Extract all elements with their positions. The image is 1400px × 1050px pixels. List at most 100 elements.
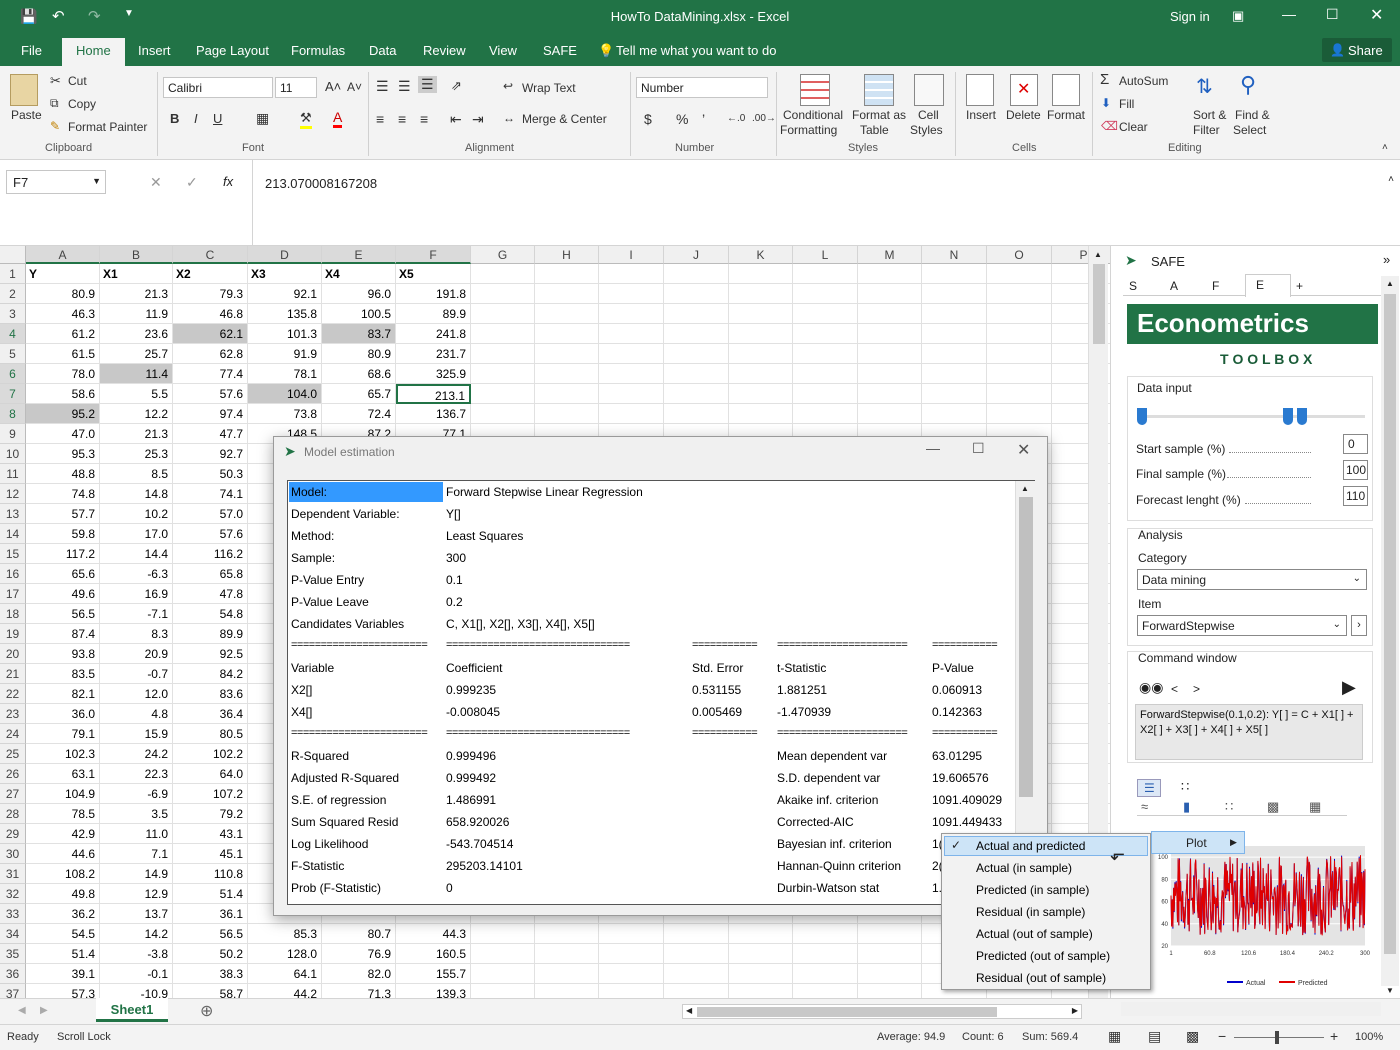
row-header[interactable]: 19 (0, 624, 26, 644)
cell[interactable]: 82.0 (322, 964, 396, 984)
cell[interactable]: 12.9 (100, 884, 173, 904)
zoom-out-icon[interactable]: − (1218, 1028, 1226, 1044)
cell[interactable] (664, 384, 729, 404)
row-header[interactable]: 7 (0, 384, 26, 404)
column-header[interactable]: K (729, 246, 793, 264)
cell[interactable]: 95.2 (26, 404, 100, 424)
start-sample-input[interactable]: 0 (1343, 434, 1368, 454)
cell[interactable] (664, 924, 729, 944)
cell[interactable] (793, 344, 858, 364)
row-header[interactable]: 17 (0, 584, 26, 604)
cell[interactable] (535, 304, 599, 324)
menu-item[interactable]: Actual (out of sample) (976, 927, 1093, 941)
column-header[interactable]: G (471, 246, 535, 264)
cell[interactable]: 116.2 (173, 544, 248, 564)
cell[interactable] (987, 304, 1052, 324)
cell[interactable]: 87.4 (26, 624, 100, 644)
decrease-decimal-icon[interactable]: .00→ (752, 113, 776, 124)
cell[interactable] (599, 324, 664, 344)
cell[interactable] (664, 344, 729, 364)
cell[interactable]: 16.9 (100, 584, 173, 604)
cell[interactable] (471, 264, 535, 284)
cell[interactable]: 47.8 (173, 584, 248, 604)
cell[interactable]: 62.8 (173, 344, 248, 364)
prev-command-icon[interactable]: < (1171, 682, 1178, 696)
cell[interactable]: 22.3 (100, 764, 173, 784)
row-header[interactable]: 27 (0, 784, 26, 804)
cell[interactable]: 92.5 (173, 644, 248, 664)
scroll-left-icon[interactable]: ◀ (686, 1006, 692, 1015)
row-header[interactable]: 23 (0, 704, 26, 724)
cell[interactable] (664, 404, 729, 424)
cell[interactable]: 79.3 (173, 284, 248, 304)
cell[interactable]: 108.2 (26, 864, 100, 884)
cell[interactable] (987, 404, 1052, 424)
cell[interactable] (471, 384, 535, 404)
row-header[interactable]: 37 (0, 984, 26, 998)
add-sheet-icon[interactable]: ⊕ (200, 1001, 213, 1021)
cell[interactable] (858, 404, 922, 424)
cell[interactable] (922, 304, 987, 324)
column-header[interactable]: M (858, 246, 922, 264)
fill-color-icon[interactable]: ⚒ (300, 110, 312, 129)
cell[interactable] (471, 964, 535, 984)
cell[interactable] (858, 944, 922, 964)
cell[interactable] (858, 964, 922, 984)
cell[interactable]: 110.8 (173, 864, 248, 884)
dialog-maximize-icon[interactable]: ☐ (972, 440, 985, 457)
cell[interactable] (729, 384, 793, 404)
cell[interactable] (922, 344, 987, 364)
insert-cells-button[interactable]: Insert (966, 108, 996, 122)
cell[interactable]: 57.0 (173, 504, 248, 524)
tab-data[interactable]: Data (369, 43, 396, 58)
wrap-text-button[interactable]: Wrap Text (522, 81, 576, 95)
cell[interactable] (987, 284, 1052, 304)
cell[interactable] (793, 264, 858, 284)
cell[interactable]: 85.3 (248, 924, 322, 944)
cell[interactable]: 95.3 (26, 444, 100, 464)
page-layout-view-icon[interactable]: ▤ (1148, 1028, 1161, 1045)
output-text-tab[interactable]: ☰ (1137, 779, 1161, 797)
row-header[interactable]: 29 (0, 824, 26, 844)
cell[interactable]: 57.6 (173, 384, 248, 404)
cell[interactable]: 83.6 (173, 684, 248, 704)
pane-scroll-up-icon[interactable]: ▲ (1386, 279, 1394, 288)
cell[interactable] (535, 964, 599, 984)
binoculars-icon[interactable]: ◉◉ (1139, 679, 1163, 696)
cell[interactable] (729, 984, 793, 998)
increase-indent-icon[interactable]: ⇥ (472, 111, 484, 128)
row-header[interactable]: 12 (0, 484, 26, 504)
cell[interactable]: 155.7 (396, 964, 471, 984)
cell[interactable]: 56.5 (173, 924, 248, 944)
row-header[interactable]: 4 (0, 324, 26, 344)
cell[interactable]: 7.1 (100, 844, 173, 864)
h-scroll-thumb[interactable] (697, 1007, 997, 1017)
cell[interactable] (922, 364, 987, 384)
scroll-up-icon[interactable]: ▲ (1094, 250, 1102, 259)
cell[interactable]: 47.7 (173, 424, 248, 444)
cell[interactable]: 89.9 (396, 304, 471, 324)
slider-final-thumb[interactable] (1283, 408, 1293, 425)
cell[interactable]: 63.1 (26, 764, 100, 784)
cell[interactable] (858, 304, 922, 324)
cell[interactable]: -10.9 (100, 984, 173, 998)
row-header[interactable]: 28 (0, 804, 26, 824)
cell[interactable] (664, 964, 729, 984)
cell[interactable]: 104.9 (26, 784, 100, 804)
column-header[interactable]: O (987, 246, 1052, 264)
row-header[interactable]: 36 (0, 964, 26, 984)
tab-home[interactable]: Home (62, 38, 125, 66)
cell[interactable] (729, 324, 793, 344)
cell[interactable]: 11.4 (100, 364, 173, 384)
cell[interactable]: 92.7 (173, 444, 248, 464)
cell[interactable] (664, 284, 729, 304)
cell[interactable] (471, 344, 535, 364)
cell[interactable]: 46.3 (26, 304, 100, 324)
cell[interactable] (535, 384, 599, 404)
results-scroll-up-icon[interactable]: ▲ (1021, 484, 1029, 493)
cell[interactable]: 10.2 (100, 504, 173, 524)
delete-cells-button[interactable]: Delete (1006, 108, 1041, 122)
decrease-indent-icon[interactable]: ⇤ (450, 111, 462, 128)
cell[interactable]: 20.9 (100, 644, 173, 664)
cell[interactable]: 107.2 (173, 784, 248, 804)
